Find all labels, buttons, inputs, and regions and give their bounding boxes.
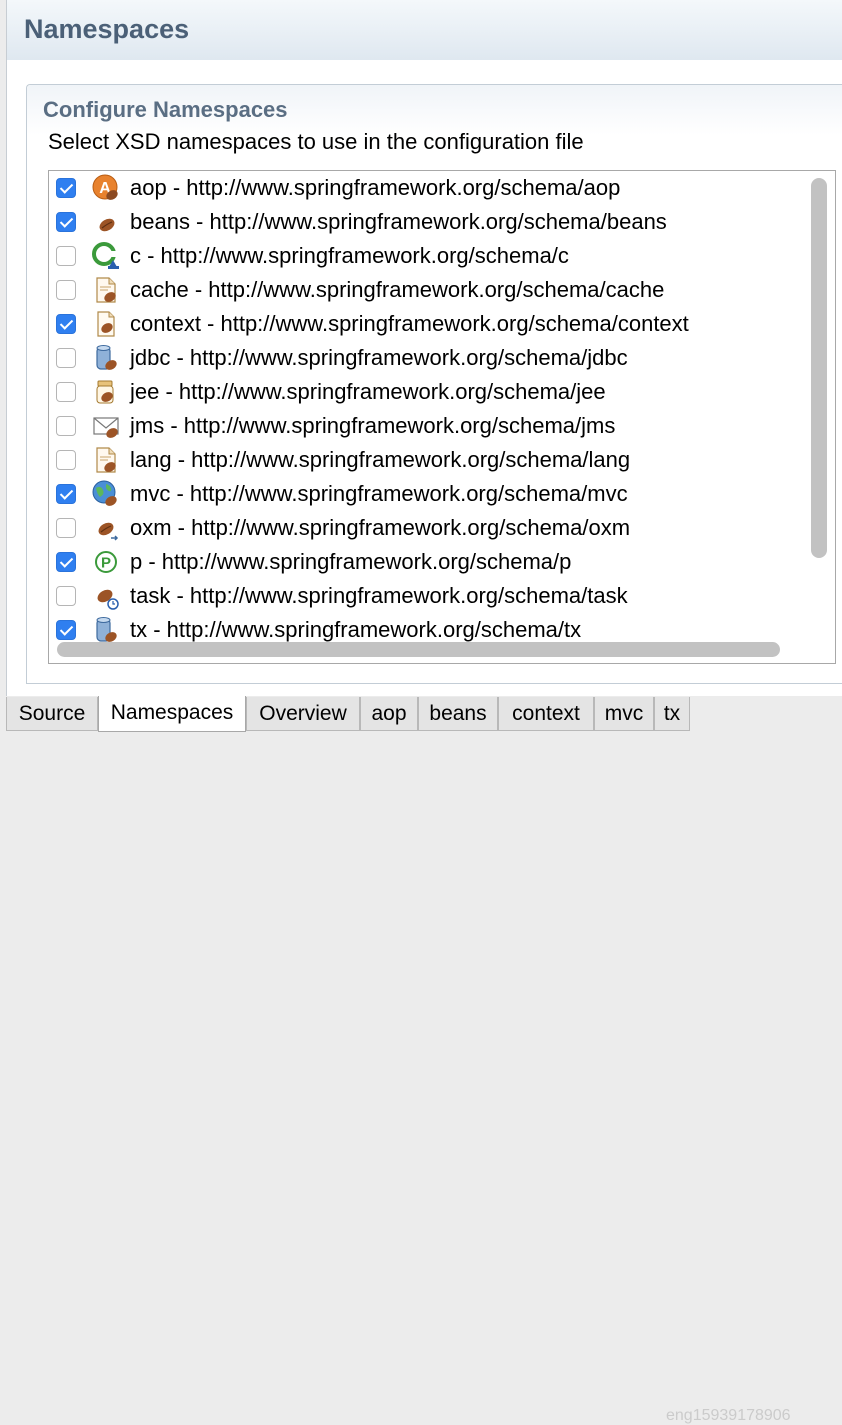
page-title: Namespaces: [24, 14, 190, 44]
oxm-icon: [98, 522, 119, 541]
namespace-label: jdbc - http://www.springframework.org/sc…: [130, 345, 628, 370]
jdbc-icon: [96, 345, 117, 370]
namespace-checkbox-beans[interactable]: [56, 212, 76, 232]
context-icon: [97, 311, 115, 337]
watermark: eng15939178906: [666, 1407, 791, 1424]
namespace-label: lang - http://www.springframework.org/sc…: [130, 447, 631, 472]
namespace-checkbox-mvc[interactable]: [56, 484, 76, 504]
jee-icon: [96, 380, 114, 404]
tx-icon: [96, 617, 117, 642]
section-description: Select XSD namespaces to use in the conf…: [48, 129, 584, 154]
tab-mvc[interactable]: mvc: [594, 697, 654, 731]
tab-overview[interactable]: Overview: [246, 697, 360, 731]
namespace-checkbox-jms[interactable]: [56, 416, 76, 436]
namespace-row-jee[interactable]: jee - http://www.springframework.org/sch…: [49, 375, 809, 409]
namespace-checkbox-task[interactable]: [56, 586, 76, 606]
namespace-label: tx - http://www.springframework.org/sche…: [130, 617, 582, 642]
cache-icon: [96, 277, 116, 303]
namespace-row-cache[interactable]: cache - http://www.springframework.org/s…: [49, 273, 809, 307]
tab-tx[interactable]: tx: [654, 697, 690, 731]
task-icon: [97, 589, 119, 610]
c-namespace-icon: [92, 242, 119, 269]
section-title: Configure Namespaces: [43, 97, 288, 122]
namespace-row-mvc[interactable]: mvc - http://www.springframework.org/sch…: [49, 477, 809, 511]
namespace-checkbox-p[interactable]: [56, 552, 76, 572]
namespace-checkbox-cache[interactable]: [56, 280, 76, 300]
editor-header: Namespaces: [6, 0, 842, 60]
tab-source[interactable]: Source: [6, 697, 98, 731]
namespace-label: task - http://www.springframework.org/sc…: [130, 583, 628, 608]
namespace-row-c[interactable]: c - http://www.springframework.org/schem…: [49, 239, 809, 273]
svg-text:P: P: [101, 555, 111, 572]
namespace-row-p[interactable]: P p - http://www.springframework.org/sch…: [49, 545, 809, 579]
vertical-scrollbar-thumb[interactable]: [811, 178, 827, 558]
namespace-list[interactable]: A aop - http://www.springframework.org/s…: [48, 170, 836, 664]
namespace-row-jms[interactable]: jms - http://www.springframework.org/sch…: [49, 409, 809, 443]
namespace-checkbox-lang[interactable]: [56, 450, 76, 470]
namespace-label: oxm - http://www.springframework.org/sch…: [130, 515, 631, 540]
namespace-checkbox-c[interactable]: [56, 246, 76, 266]
namespace-row-task[interactable]: task - http://www.springframework.org/sc…: [49, 579, 809, 613]
namespace-label: aop - http://www.springframework.org/sch…: [130, 175, 621, 200]
namespace-label: mvc - http://www.springframework.org/sch…: [130, 481, 628, 506]
tab-namespaces[interactable]: Namespaces: [98, 696, 246, 732]
namespace-label: p - http://www.springframework.org/schem…: [130, 549, 572, 574]
horizontal-scrollbar-thumb[interactable]: [57, 642, 780, 657]
editor-tab-bar: Source Namespaces Overview aop beans con…: [0, 696, 842, 1424]
bean-icon: [99, 218, 115, 232]
namespace-checkbox-jee[interactable]: [56, 382, 76, 402]
namespace-row-beans[interactable]: beans - http://www.springframework.org/s…: [49, 205, 809, 239]
tab-aop[interactable]: aop: [360, 697, 418, 731]
tab-context[interactable]: context: [498, 697, 594, 731]
namespace-checkbox-jdbc[interactable]: [56, 348, 76, 368]
namespace-checkbox-aop[interactable]: [56, 178, 76, 198]
namespace-label: jms - http://www.springframework.org/sch…: [130, 413, 616, 438]
namespace-label: beans - http://www.springframework.org/s…: [130, 209, 667, 234]
namespace-row-oxm[interactable]: oxm - http://www.springframework.org/sch…: [49, 511, 809, 545]
namespace-checkbox-oxm[interactable]: [56, 518, 76, 538]
namespace-row-context[interactable]: context - http://www.springframework.org…: [49, 307, 809, 341]
namespace-label: cache - http://www.springframework.org/s…: [130, 277, 665, 302]
lang-icon: [96, 447, 116, 473]
namespace-label: c - http://www.springframework.org/schem…: [130, 243, 569, 268]
namespace-checkbox-context[interactable]: [56, 314, 76, 334]
section-header[interactable]: Configure Namespaces: [27, 85, 842, 135]
tab-beans[interactable]: beans: [418, 697, 498, 731]
namespace-label: context - http://www.springframework.org…: [130, 311, 689, 336]
namespace-row-lang[interactable]: lang - http://www.springframework.org/sc…: [49, 443, 809, 477]
p-namespace-icon: P: [95, 551, 117, 573]
namespace-row-aop[interactable]: A aop - http://www.springframework.org/s…: [49, 171, 809, 205]
jms-icon: [93, 417, 119, 438]
namespace-label: jee - http://www.springframework.org/sch…: [130, 379, 606, 404]
namespace-row-jdbc[interactable]: jdbc - http://www.springframework.org/sc…: [49, 341, 809, 375]
namespace-checkbox-tx[interactable]: [56, 620, 76, 640]
mvc-icon: [92, 480, 117, 506]
aop-icon: A: [92, 174, 118, 200]
